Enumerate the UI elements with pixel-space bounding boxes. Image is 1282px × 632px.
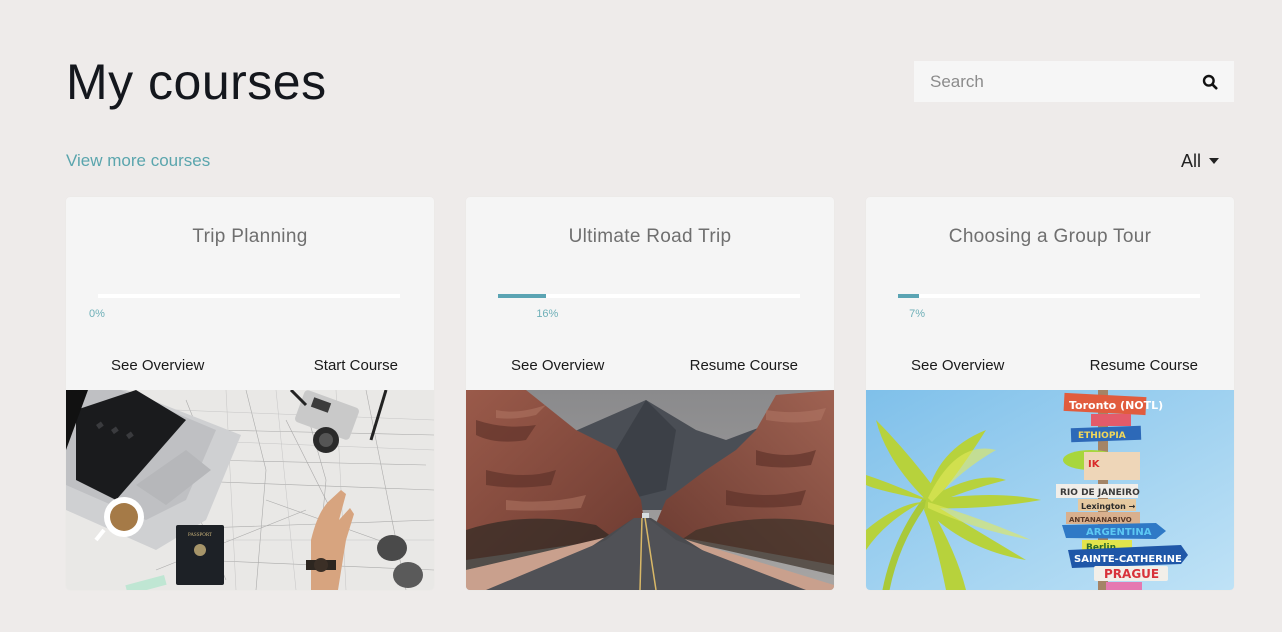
see-overview-button[interactable]: See Overview bbox=[111, 357, 204, 374]
resume-course-button[interactable]: Resume Course bbox=[690, 357, 798, 374]
svg-text:IK: IK bbox=[1088, 459, 1101, 470]
caret-down-icon bbox=[1209, 158, 1220, 164]
search-button[interactable] bbox=[1186, 61, 1234, 102]
progress-fill bbox=[898, 294, 920, 298]
course-card: Trip Planning 0% See Overview Start Cour… bbox=[66, 197, 434, 590]
svg-text:Lexington →: Lexington → bbox=[1081, 502, 1136, 511]
svg-text:SAINTE-CATHERINE: SAINTE-CATHERINE bbox=[1074, 554, 1182, 565]
search-box bbox=[914, 61, 1234, 102]
svg-text:ARGENTINA: ARGENTINA bbox=[1086, 527, 1152, 538]
course-filter-dropdown[interactable]: All bbox=[1181, 150, 1220, 172]
course-card: Ultimate Road Trip 16% See Overview Resu… bbox=[466, 197, 834, 590]
search-input[interactable] bbox=[914, 61, 1186, 102]
svg-text:PRAGUE: PRAGUE bbox=[1104, 567, 1159, 581]
course-title: Trip Planning bbox=[192, 226, 308, 247]
course-card: Choosing a Group Tour 7% See Overview Re… bbox=[866, 197, 1234, 590]
desert-road-image[interactable] bbox=[466, 390, 834, 590]
signpost-palm-tree-image[interactable]: Toronto (NOTL) ETHIOPIA IK RIO DE JANEIR… bbox=[866, 390, 1234, 590]
progress-label: 7% bbox=[909, 308, 926, 320]
start-course-button[interactable]: Start Course bbox=[314, 357, 398, 374]
svg-text:PASSPORT: PASSPORT bbox=[188, 533, 212, 538]
page-title: My courses bbox=[66, 54, 327, 110]
progress-label: 0% bbox=[89, 308, 105, 320]
search-icon bbox=[1202, 74, 1218, 89]
sign-toronto: Toronto (NOTL) bbox=[1069, 399, 1163, 412]
course-title: Choosing a Group Tour bbox=[948, 226, 1152, 247]
svg-text:ETHIOPIA: ETHIOPIA bbox=[1078, 431, 1126, 441]
progress-label: 16% bbox=[536, 308, 559, 320]
progress-bar bbox=[98, 294, 400, 298]
view-more-courses-link[interactable]: View more courses bbox=[66, 150, 210, 172]
travel-planning-flatlay-image[interactable]: PASSPORT bbox=[66, 390, 434, 590]
course-title: Ultimate Road Trip bbox=[568, 226, 732, 247]
svg-text:RIO DE JANEIRO: RIO DE JANEIRO bbox=[1060, 488, 1140, 498]
progress-bar bbox=[498, 294, 800, 298]
filter-selected-value: All bbox=[1181, 151, 1202, 171]
progress-fill bbox=[498, 294, 547, 298]
see-overview-button[interactable]: See Overview bbox=[911, 357, 1004, 374]
resume-course-button[interactable]: Resume Course bbox=[1090, 357, 1198, 374]
svg-text:ANTANANARIVO: ANTANANARIVO bbox=[1069, 516, 1132, 524]
see-overview-button[interactable]: See Overview bbox=[511, 357, 604, 374]
progress-bar bbox=[898, 294, 1200, 298]
